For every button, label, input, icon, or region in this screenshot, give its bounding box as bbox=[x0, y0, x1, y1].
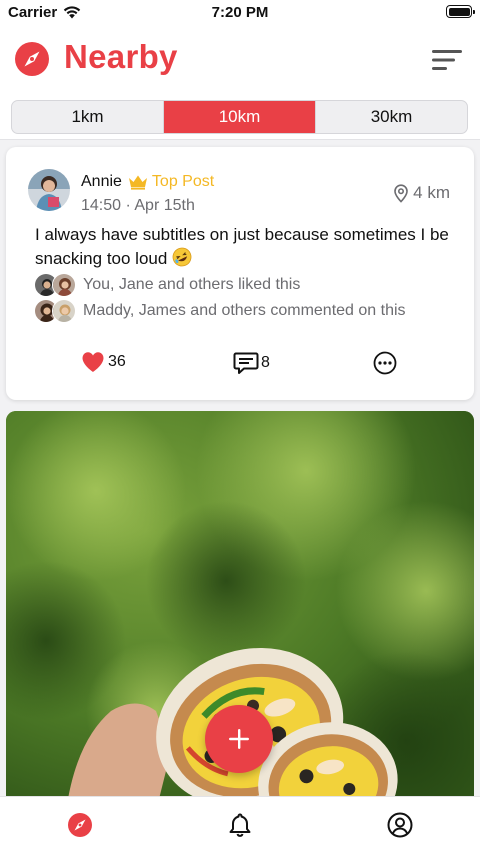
post-author-row: Annie Top Post bbox=[81, 173, 214, 191]
likes-summary: You, Jane and others liked this bbox=[83, 276, 301, 293]
tab-notifications[interactable] bbox=[226, 811, 254, 839]
tab-nearby[interactable] bbox=[66, 811, 94, 839]
post-actions: 36 8 bbox=[6, 349, 474, 379]
more-options-icon[interactable] bbox=[373, 351, 397, 375]
post-timestamp: 14:50 · Apr 15th bbox=[81, 197, 195, 214]
compass-icon bbox=[15, 42, 49, 76]
author-name[interactable]: Annie bbox=[81, 173, 122, 191]
comment-count: 8 bbox=[261, 354, 270, 371]
likers-avatars bbox=[34, 273, 76, 297]
bottom-tab-bar bbox=[0, 796, 480, 853]
compass-icon bbox=[68, 813, 92, 837]
post-distance: 4 km bbox=[393, 183, 450, 203]
segment-10km[interactable]: 10km bbox=[163, 101, 315, 133]
comments-summary: Maddy, James and others commented on thi… bbox=[83, 302, 406, 319]
battery-icon bbox=[446, 5, 475, 18]
create-post-button[interactable] bbox=[205, 705, 273, 773]
distance-filter-bar: 1km 10km 30km bbox=[0, 96, 480, 140]
sort-menu-icon[interactable] bbox=[430, 48, 464, 72]
user-profile-icon bbox=[387, 812, 413, 838]
heart-icon bbox=[82, 352, 104, 372]
post-body: I always have subtitles on just because … bbox=[35, 223, 455, 271]
author-avatar-image bbox=[28, 169, 70, 211]
rolling-on-floor-laughing-emoji bbox=[172, 247, 192, 267]
comment-icon bbox=[233, 352, 259, 374]
status-time: 7:20 PM bbox=[211, 4, 269, 21]
app-header: Nearby bbox=[0, 24, 480, 96]
bell-icon bbox=[229, 813, 251, 837]
like-button[interactable]: 36 bbox=[81, 351, 126, 373]
avatar bbox=[52, 299, 76, 323]
segment-30km[interactable]: 30km bbox=[315, 101, 467, 133]
location-pin-icon bbox=[394, 183, 408, 203]
comment-button[interactable]: 8 bbox=[233, 351, 270, 375]
commenters-avatars bbox=[34, 299, 76, 323]
likes-summary-row[interactable]: You, Jane and others liked this bbox=[34, 273, 300, 297]
author-avatar[interactable] bbox=[28, 169, 70, 211]
crown-icon bbox=[128, 175, 147, 190]
post-card[interactable]: Annie Top Post 14:50 · Apr 15th 4 km I a… bbox=[6, 147, 474, 400]
like-count: 36 bbox=[108, 353, 126, 370]
post-text: I always have subtitles on just because … bbox=[35, 225, 449, 268]
distance-value: 4 km bbox=[413, 183, 450, 202]
tab-profile[interactable] bbox=[386, 811, 414, 839]
status-bar: Carrier 7:20 PM bbox=[0, 0, 480, 24]
distance-segmented-control: 1km 10km 30km bbox=[11, 100, 468, 134]
avatar bbox=[52, 273, 76, 297]
comments-summary-row[interactable]: Maddy, James and others commented on thi… bbox=[34, 299, 406, 323]
plus-icon bbox=[229, 729, 249, 749]
page-title: Nearby bbox=[64, 38, 178, 75]
top-post-badge: Top Post bbox=[151, 173, 215, 190]
segment-1km[interactable]: 1km bbox=[12, 101, 163, 133]
